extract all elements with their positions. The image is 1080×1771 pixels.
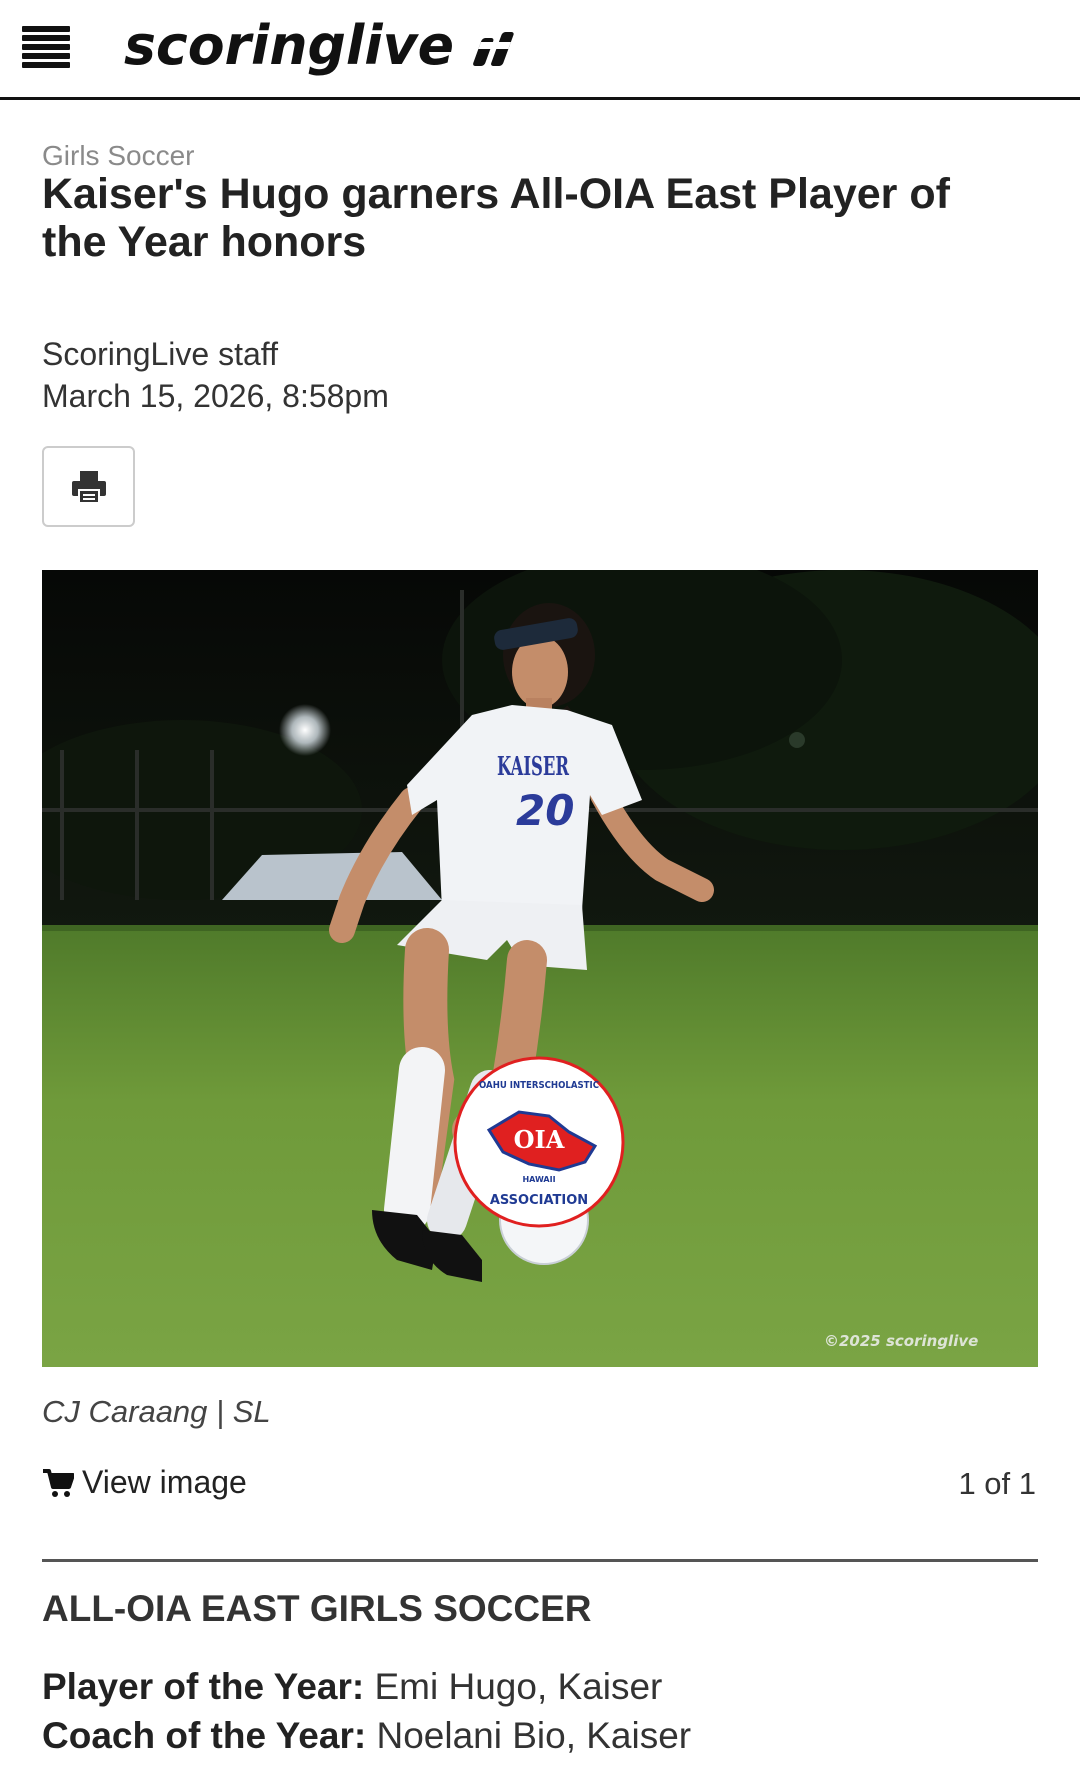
- site-header: scoringlive: [0, 0, 1080, 100]
- award-value: Emi Hugo, Kaiser: [374, 1666, 663, 1707]
- award-label: Coach of the Year:: [42, 1715, 367, 1756]
- section-title: ALL-OIA EAST GIRLS SOCCER: [42, 1588, 592, 1629]
- badge-top-text: OAHU INTERSCHOLASTIC: [479, 1080, 599, 1091]
- article-author: ScoringLive staff: [42, 336, 278, 372]
- jersey-text: KAISER: [497, 752, 569, 782]
- article-category[interactable]: Girls Soccer: [42, 140, 194, 172]
- article-date: March 15, 2026, 8:58pm: [42, 378, 389, 414]
- award-value: Noelani Bio, Kaiser: [376, 1715, 692, 1756]
- award-row-coach: Coach of the Year: Noelani Bio, Kaiser: [42, 1715, 691, 1757]
- award-label: Player of the Year:: [42, 1666, 365, 1707]
- badge-hawaii-text: HAWAII: [522, 1175, 555, 1184]
- image-counter: 1 of 1: [958, 1466, 1036, 1501]
- hamburger-menu-icon[interactable]: [22, 26, 70, 68]
- photo-illustration: KAISER 20 OIA OAHU INTERSCHOLASTIC HAWAI…: [42, 570, 1038, 1367]
- oia-badge: OIA OAHU INTERSCHOLASTIC HAWAII ASSOCIAT…: [453, 1056, 625, 1228]
- logo-mark-icon: [473, 32, 514, 66]
- print-button[interactable]: [42, 446, 135, 527]
- printer-icon: [71, 470, 106, 504]
- article-photo[interactable]: KAISER 20 OIA OAHU INTERSCHOLASTIC HAWAI…: [42, 570, 1038, 1367]
- badge-center-text: OIA: [514, 1125, 565, 1154]
- jersey-number: 20: [516, 786, 574, 835]
- view-image-link[interactable]: View image: [42, 1464, 247, 1501]
- photo-caption: CJ Caraang | SL: [42, 1394, 271, 1429]
- photo-watermark: ©2025 scoringlive: [824, 1332, 978, 1350]
- article-title: Kaiser's Hugo garners All-OIA East Playe…: [42, 170, 950, 266]
- site-logo-text: scoringlive: [124, 14, 454, 77]
- section-divider: [42, 1559, 1038, 1562]
- site-logo[interactable]: scoringlive: [124, 6, 604, 86]
- view-image-label[interactable]: View image: [82, 1464, 247, 1501]
- badge-bottom-text: ASSOCIATION: [490, 1193, 588, 1208]
- shopping-cart-icon: [43, 1468, 74, 1497]
- award-row-player: Player of the Year: Emi Hugo, Kaiser: [42, 1666, 662, 1708]
